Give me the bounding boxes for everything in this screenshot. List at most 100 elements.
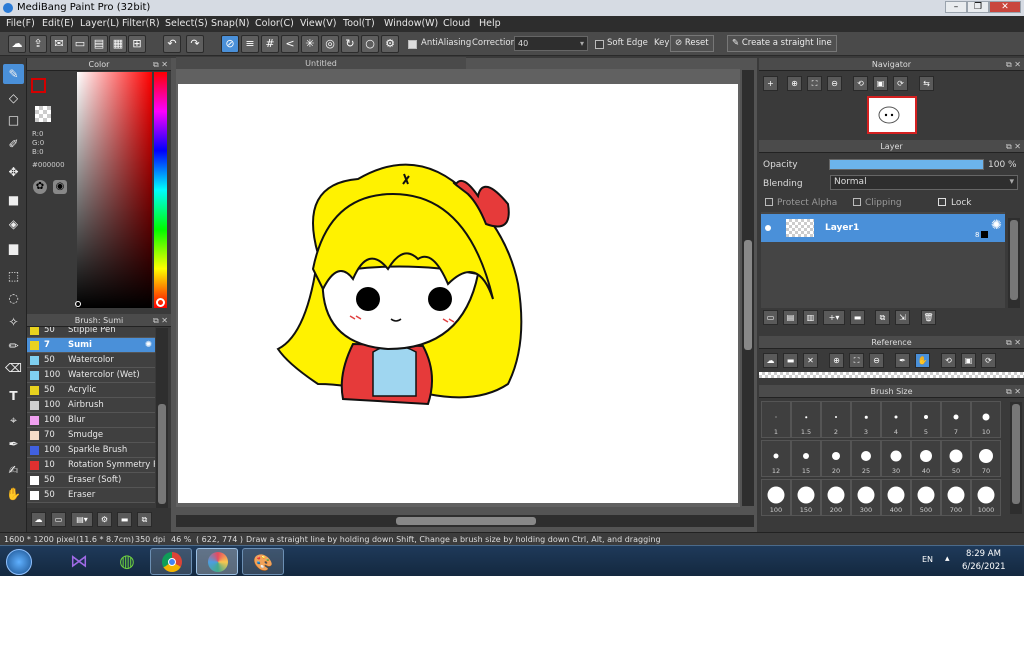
paint-app-icon[interactable]: 🎨 — [242, 548, 284, 575]
merge-layer-icon[interactable]: ⇲ — [895, 310, 910, 325]
brush-list-item[interactable]: 100 Sparkle Brush — [27, 443, 155, 458]
radial-snap-icon[interactable]: ✳ — [301, 35, 319, 53]
panel-options-icon[interactable]: ⧉ ✕ — [1006, 140, 1021, 153]
ref-actual-size-icon[interactable]: ▣ — [961, 353, 976, 368]
reference-view[interactable] — [759, 372, 1024, 378]
scrollbar-thumb[interactable] — [1012, 404, 1020, 504]
menu-snap[interactable]: Snap(N) — [211, 16, 249, 32]
hand-tool-icon[interactable]: ✋ — [3, 484, 24, 504]
panel-options-icon[interactable]: ⧉ ✕ — [1006, 385, 1021, 398]
menu-help[interactable]: Help — [479, 16, 501, 32]
flip-icon[interactable]: ⇆ — [919, 76, 934, 91]
gradient-tool-icon[interactable]: ▆ — [3, 238, 24, 258]
circle-snap-icon[interactable]: ◎ — [321, 35, 339, 53]
menu-tool[interactable]: Tool(T) — [343, 16, 375, 32]
clipping-checkbox[interactable] — [853, 198, 861, 206]
brush-list-item[interactable]: 7 Sumi ✺ — [27, 338, 155, 353]
pen-tool-icon[interactable]: ✍ — [3, 460, 24, 480]
eyedropper-tool-icon[interactable]: ✒ — [3, 434, 24, 454]
panel-options-icon[interactable]: ⧉ ✕ — [153, 314, 168, 327]
ref-zoom-out-icon[interactable]: ⊖ — [869, 353, 884, 368]
snap-off-icon[interactable]: ⊘ — [221, 35, 239, 53]
export-icon[interactable]: ▦ — [109, 35, 127, 53]
actual-size-icon[interactable]: ▣ — [873, 76, 888, 91]
layer-settings-icon[interactable]: ✺ — [991, 218, 1002, 233]
close-reference-icon[interactable]: ✕ — [803, 353, 818, 368]
menu-window[interactable]: Window(W) — [384, 16, 438, 32]
fill-shape-tool-icon[interactable]: ■ — [3, 190, 24, 210]
layer-list-scrollbar[interactable] — [1008, 218, 1020, 308]
text-tool-icon[interactable]: T — [3, 386, 24, 406]
share-icon[interactable]: ⇪ — [29, 35, 47, 53]
scrollbar-thumb[interactable] — [158, 404, 166, 504]
layer-menu-icon[interactable]: +▾ — [823, 310, 845, 325]
restore-button[interactable]: ❐ — [967, 1, 989, 13]
menu-file[interactable]: File(F) — [6, 16, 35, 32]
brush-list-item[interactable]: 100 Blur — [27, 413, 155, 428]
menu-filter[interactable]: Filter(R) — [122, 16, 160, 32]
clock-date[interactable]: 6/26/2021 — [962, 562, 1006, 572]
brush-size-option[interactable]: 150 — [791, 479, 821, 516]
redo-icon[interactable]: ↷ — [186, 35, 204, 53]
brush-list-item[interactable]: 100 Watercolor (Wet) — [27, 368, 155, 383]
menu-layer[interactable]: Layer(L) — [80, 16, 119, 32]
brush-list-item[interactable]: 70 Smudge — [27, 428, 155, 443]
close-button[interactable]: ✕ — [989, 1, 1021, 13]
hue-slider[interactable] — [154, 72, 167, 308]
brush-list-item[interactable]: 50 Acrylic — [27, 383, 155, 398]
reference-cloud-icon[interactable]: ☁ — [763, 353, 778, 368]
brush-menu-icon[interactable]: ▤▾ — [71, 512, 93, 527]
duplicate-brush-icon[interactable]: ⧉ — [137, 512, 152, 527]
brush-list-item[interactable]: 50 Eraser — [27, 488, 155, 503]
ellipse-snap-icon[interactable]: ○ — [361, 35, 379, 53]
foreground-color-swatch[interactable] — [31, 78, 46, 93]
brush-size-option[interactable]: 10 — [971, 401, 1001, 438]
grid-icon[interactable]: ⊞ — [128, 35, 146, 53]
brush-size-option[interactable]: 1000 — [971, 479, 1001, 516]
menu-cloud[interactable]: Cloud — [443, 16, 470, 32]
brush-size-option[interactable]: 300 — [851, 479, 881, 516]
move-tool-icon[interactable]: ✥ — [3, 162, 24, 182]
vanishing-point-icon[interactable]: < — [281, 35, 299, 53]
picker-cursor[interactable] — [75, 301, 81, 307]
select-pen-tool-icon[interactable]: ✏ — [3, 336, 24, 356]
brush-list-item[interactable]: 10 Rotation Symmetry P — [27, 458, 155, 473]
brush-size-option[interactable]: 5 — [911, 401, 941, 438]
brush-size-option[interactable]: 100 — [761, 479, 791, 516]
brush-size-scrollbar[interactable] — [1010, 402, 1022, 514]
duplicate-layer-icon[interactable]: ⧉ — [875, 310, 890, 325]
zoom-in-icon[interactable]: + — [763, 76, 778, 91]
new-1bit-layer-icon[interactable]: ▥ — [803, 310, 818, 325]
cleaner-app-icon[interactable]: ◍ — [106, 548, 148, 575]
language-indicator[interactable]: EN — [922, 555, 933, 564]
new-file-icon[interactable]: ▭ — [71, 35, 89, 53]
brush-size-option[interactable]: 40 — [911, 440, 941, 477]
brush-settings-icon[interactable]: ✺ — [145, 338, 152, 352]
panel-options-icon[interactable]: ⧉ ✕ — [1006, 336, 1021, 349]
color-palette-icon[interactable]: ◉ — [53, 180, 67, 194]
scrollbar-thumb[interactable] — [744, 240, 752, 350]
scrollbar-thumb[interactable] — [396, 517, 536, 525]
divide-tool-icon[interactable]: ⌖ — [3, 410, 24, 430]
rotate-right-icon[interactable]: ⟳ — [893, 76, 908, 91]
create-straight-line-button[interactable]: ✎ Create a straight line — [727, 35, 837, 52]
brush-settings-icon[interactable]: ⚙ — [97, 512, 112, 527]
add-brush-icon[interactable]: ▭ — [51, 512, 66, 527]
minimize-button[interactable]: – — [945, 1, 967, 13]
brush-size-option[interactable]: 15 — [791, 440, 821, 477]
brush-size-option[interactable]: 200 — [821, 479, 851, 516]
correction-select[interactable]: 40 ▾ — [514, 36, 588, 51]
canvas-horizontal-scrollbar[interactable] — [176, 515, 754, 527]
brush-size-option[interactable]: 400 — [881, 479, 911, 516]
brush-size-option[interactable]: 500 — [911, 479, 941, 516]
brush-size-option[interactable]: 50 — [941, 440, 971, 477]
brush-size-option[interactable]: 4 — [881, 401, 911, 438]
visibility-icon[interactable] — [765, 225, 771, 231]
ref-hand-icon[interactable]: ✋ — [915, 353, 930, 368]
brush-size-option[interactable]: 70 — [971, 440, 1001, 477]
rectangle-tool-icon[interactable]: □ — [3, 110, 24, 130]
ref-zoom-in-icon[interactable]: ⊕ — [829, 353, 844, 368]
save-icon[interactable]: ▤ — [90, 35, 108, 53]
dot-pen-tool-icon[interactable]: ✐ — [3, 134, 24, 154]
layer-row[interactable]: Layer1 8 ✺ — [761, 214, 1005, 242]
